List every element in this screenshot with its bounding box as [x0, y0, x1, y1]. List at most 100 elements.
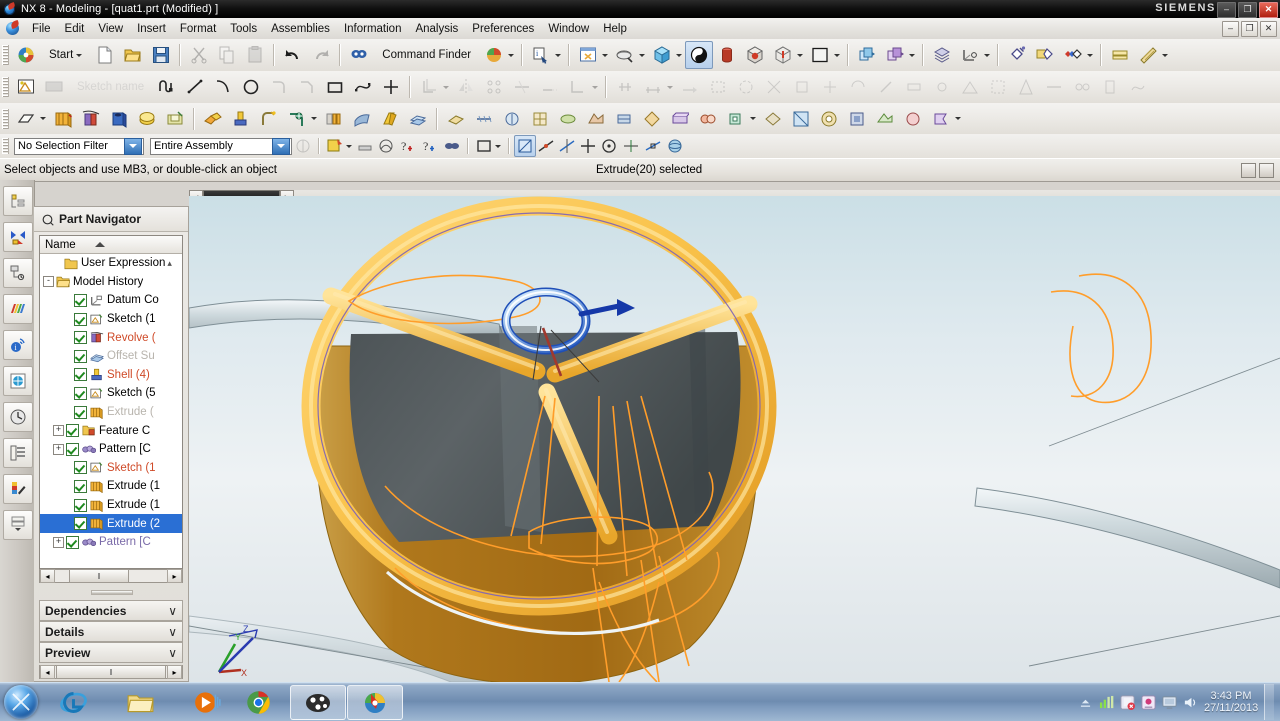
snap-center-button[interactable] [578, 135, 598, 157]
tree-row[interactable]: Sketch (1 [40, 459, 182, 478]
tree-expander[interactable]: + [53, 537, 64, 548]
orient-view-button[interactable] [648, 41, 676, 69]
chevron-down-icon[interactable] [508, 54, 514, 57]
rectangle-select-button[interactable] [473, 135, 495, 157]
pocket-button[interactable] [161, 105, 189, 133]
sketch-more-3-button[interactable] [788, 73, 816, 101]
undo-button[interactable] [279, 41, 307, 69]
tray-antivirus-icon[interactable] [1120, 695, 1135, 710]
make-corner-button[interactable] [564, 73, 592, 101]
feature-more-4-button[interactable] [582, 105, 610, 133]
sew-button[interactable] [470, 105, 498, 133]
menu-file[interactable]: File [25, 21, 58, 37]
sketch-more-2-button[interactable] [760, 73, 788, 101]
feature-more-5-button[interactable] [610, 105, 638, 133]
work-plane-button[interactable] [1106, 41, 1134, 69]
restore-button[interactable]: ❐ [1238, 2, 1257, 18]
scroll-right-button[interactable]: ▸ [167, 569, 182, 583]
snap-midpoint-button[interactable] [536, 135, 556, 157]
scroll-thumb[interactable]: ‖ [69, 569, 129, 583]
new-button[interactable] [91, 41, 119, 69]
menu-information[interactable]: Information [337, 21, 409, 37]
toolbar-grip[interactable] [2, 109, 9, 129]
constraint-button[interactable] [611, 73, 639, 101]
wcs-origin-button[interactable] [1003, 41, 1031, 69]
selection-priority-button[interactable] [292, 135, 314, 157]
chevron-down-icon[interactable] [909, 54, 915, 57]
chamfer-button[interactable] [293, 73, 321, 101]
chevron-down-icon[interactable]: ∨ [168, 646, 177, 660]
chevron-down-icon[interactable] [639, 54, 645, 57]
trim-button[interactable] [508, 73, 536, 101]
chevron-down-icon[interactable] [346, 145, 352, 148]
snap-point-button[interactable] [375, 135, 397, 157]
sketch-more-15-button[interactable] [1124, 73, 1152, 101]
tree-checkbox[interactable] [74, 368, 87, 381]
menu-assemblies[interactable]: Assemblies [264, 21, 337, 37]
doc-restore-button[interactable]: ❐ [1241, 21, 1258, 37]
fit-view-button[interactable] [574, 41, 602, 69]
offset-curve-button[interactable] [415, 73, 443, 101]
chevron-down-icon[interactable] [555, 54, 561, 57]
show-desktop-button[interactable] [1264, 684, 1274, 720]
doc-minimize-button[interactable]: – [1222, 21, 1239, 37]
panel-bottom-scrollbar[interactable]: ◂ ‖ ▸ [39, 665, 183, 679]
chevron-down-icon[interactable] [1087, 54, 1093, 57]
taskbar-media-player-icon[interactable] [192, 687, 222, 717]
scroll-left-button[interactable]: ◂ [40, 665, 55, 679]
chevron-down-icon[interactable] [834, 54, 840, 57]
shaded-style-button[interactable] [685, 41, 713, 69]
chevron-down-icon[interactable] [676, 54, 682, 57]
feature-more-1-button[interactable] [498, 105, 526, 133]
section-button[interactable] [1134, 41, 1162, 69]
chevron-down-icon[interactable]: ∨ [168, 604, 177, 618]
dependencies-section[interactable]: Dependencies ∨ [39, 600, 183, 621]
feature-more-14-button[interactable] [871, 105, 899, 133]
point-button[interactable] [377, 73, 405, 101]
circle-button[interactable] [237, 73, 265, 101]
status-box-1-icon[interactable] [1241, 163, 1256, 178]
tree-row[interactable]: Revolve ( [40, 328, 182, 347]
constraint-navigator-icon[interactable] [3, 222, 33, 252]
chevron-down-icon[interactable] [124, 138, 142, 155]
preview-section[interactable]: Preview ∨ [39, 642, 183, 663]
chevron-down-icon[interactable] [272, 138, 290, 155]
feature-more-13-button[interactable] [843, 105, 871, 133]
tray-show-hidden-icon[interactable] [1078, 695, 1093, 710]
thicken-button[interactable] [442, 105, 470, 133]
feature-more-15-button[interactable] [899, 105, 927, 133]
feature-more-12-button[interactable] [815, 105, 843, 133]
offset-face-button[interactable] [404, 105, 432, 133]
tree-checkbox[interactable] [74, 461, 87, 474]
web-browser-icon[interactable] [3, 366, 33, 396]
command-finder-button[interactable]: Command Finder [373, 41, 480, 69]
tree-expander[interactable]: + [53, 425, 64, 436]
rectangle-button[interactable] [321, 73, 349, 101]
chevron-down-icon[interactable] [592, 86, 598, 89]
taskbar-window-nx[interactable] [347, 685, 403, 720]
tree-checkbox[interactable] [74, 350, 87, 363]
tree-row[interactable]: -Model History [40, 273, 182, 292]
extend-button[interactable] [536, 73, 564, 101]
feature-more-8-button[interactable] [694, 105, 722, 133]
line-button[interactable] [181, 73, 209, 101]
selection-filter-combo[interactable]: No Selection Filter [14, 138, 144, 155]
tree-row[interactable]: +Feature C [40, 421, 182, 440]
menu-view[interactable]: View [91, 21, 130, 37]
menu-analysis[interactable]: Analysis [408, 21, 465, 37]
wcs-dynamics-button[interactable] [956, 41, 984, 69]
sketch-more-8-button[interactable] [928, 73, 956, 101]
tree-row[interactable]: Sketch (5 [40, 384, 182, 403]
system-scenes-icon[interactable] [3, 510, 33, 540]
tree-checkbox[interactable] [74, 517, 87, 530]
roles-icon[interactable] [3, 474, 33, 504]
tree-row[interactable]: Extrude ( [40, 403, 182, 422]
menu-format[interactable]: Format [173, 21, 223, 37]
mirror-curve-button[interactable] [452, 73, 480, 101]
taskbar-ie-icon[interactable] [58, 687, 88, 717]
snap-on-curve-button[interactable] [642, 135, 664, 157]
tree-row[interactable]: Sketch (1 [40, 310, 182, 329]
tree-row[interactable]: Shell (4) [40, 366, 182, 385]
doc-close-button[interactable]: ✕ [1260, 21, 1277, 37]
tree-row[interactable]: Offset Su [40, 347, 182, 366]
